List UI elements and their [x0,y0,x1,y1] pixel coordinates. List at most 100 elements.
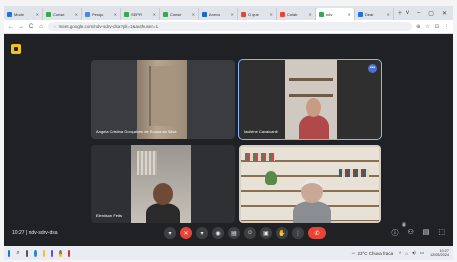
close-window-button[interactable]: ✕ [442,10,447,17]
tab-search-icon[interactable]: v [406,10,409,17]
close-tab-icon[interactable]: ✕ [153,12,156,17]
close-tab-icon[interactable]: ✕ [36,12,39,17]
task-view-icon[interactable] [25,249,29,257]
door-frame [149,66,175,126]
participant-tile-self[interactable] [239,145,381,223]
meeting-details-icon[interactable]: ⓘ [391,228,398,238]
minimize-button[interactable]: – [417,10,420,17]
people-icon[interactable]: ⚇ [407,228,413,238]
mic-muted-button[interactable]: ✕ [180,227,192,239]
store-icon[interactable] [50,249,54,257]
participant-tile-active-speaker[interactable]: ••• Iaciléne Cavalcanti [238,59,382,140]
camera-options-button[interactable]: ▾ [196,227,208,239]
close-tab-icon[interactable]: ✕ [348,12,351,17]
windows-start-icon[interactable] [8,249,11,257]
participant-figure [299,115,329,139]
tab-favicon-icon [162,11,168,17]
battery-icon[interactable]: ▭ [420,250,424,256]
bookmark-star-icon[interactable]: ☆ [425,24,429,30]
present-button[interactable]: ▣ [260,227,272,239]
camera-button[interactable]: ◉ [212,227,224,239]
browser-tab[interactable]: Anexo ✕ [199,8,238,20]
new-tab-button[interactable]: + [394,10,406,17]
forward-button[interactable]: → [18,24,24,30]
raise-hand-button[interactable]: ✋ [276,227,288,239]
url-field[interactable]: ◦ meet.google.com/ndv-sdrv-dsa?pli=1&aut… [48,22,413,31]
weather-icon: ☁ [351,250,356,255]
tab-favicon-icon [279,11,285,17]
close-tab-icon[interactable]: ✕ [114,12,117,17]
browser-tab[interactable]: Colab ✕ [277,8,316,20]
clock-date: 12/05/2024 [429,253,449,257]
more-options-icon[interactable]: ••• [368,64,377,73]
meet-call-area: Angela Cristina Gonçalves de Souza da Si… [4,34,453,246]
zoom-icon[interactable]: ⊕ [416,24,420,30]
show-hidden-icons-icon[interactable]: ^ [399,251,401,256]
browser-tab[interactable]: Conse ✕ [160,8,199,20]
close-tab-icon[interactable]: ✕ [386,12,389,17]
leave-call-button[interactable]: ✆ [308,227,326,239]
close-tab-icon[interactable]: ✕ [231,12,234,17]
profile-icon[interactable]: ⊡ [435,24,439,30]
maximize-button[interactable]: ▢ [428,10,434,17]
tab-favicon-icon [84,11,90,17]
close-tab-icon[interactable]: ✕ [270,12,273,17]
meeting-time: 10:27 [12,230,25,236]
weather-widget[interactable]: ☁ 23°C Chuva fraca [351,250,393,256]
site-info-icon[interactable]: ◦ [54,24,56,29]
file-explorer-icon[interactable] [42,249,45,257]
window-controls: v – ▢ ✕ [406,10,453,17]
browser-tab[interactable]: Dear ✕ [355,8,394,20]
screen-frame: Mode ✕ Conse ✕ Pesqu ✕ SEPR ✕ Conse ✕ Anexo ✕ … [0,0,457,262]
chrome-icon[interactable] [59,249,62,257]
meet-logo-icon [11,44,21,54]
address-bar-icons: ⊕ ☆ ⊡ ⋮ [416,24,449,30]
app-icon[interactable] [67,249,70,257]
meet-control-bar: 10:27 | ndv-sdrv-dsa ▾ ✕ ▾ ◉ ▤ ☺ ▣ ✋ ⋮ ✆… [4,222,453,246]
more-options-button[interactable]: ⋮ [292,227,304,239]
browser-tab[interactable]: Mode ✕ [4,8,43,20]
shelf [289,78,333,81]
window-blinds [137,151,157,175]
reactions-button[interactable]: ☺ [244,227,256,239]
back-button[interactable]: ← [8,24,14,30]
shelf [289,94,333,97]
volume-icon[interactable]: ◂) [412,250,416,256]
call-controls: ▾ ✕ ▾ ◉ ▤ ☺ ▣ ✋ ⋮ ✆ [164,227,326,239]
address-bar: ← → C ⌂ ◦ meet.google.com/ndv-sdrv-dsa?p… [4,20,453,34]
edge-icon[interactable] [34,249,37,257]
taskbar-clock[interactable]: 10:27 12/05/2024 [430,249,449,258]
participant-figure [146,203,180,223]
captions-button[interactable]: ▤ [228,227,240,239]
close-tab-icon[interactable]: ✕ [192,12,195,17]
search-icon[interactable]: ⌕ [16,250,19,257]
bookshelf-books [339,169,369,177]
browser-tab[interactable]: Pesqu ✕ [82,8,121,20]
home-button[interactable]: ⌂ [38,24,44,30]
browser-tab[interactable]: SEPR ✕ [121,8,160,20]
network-icon[interactable]: ⌂ [405,251,408,256]
close-tab-icon[interactable]: ✕ [309,12,312,17]
tab-favicon-icon [45,11,51,17]
activities-icon[interactable]: ⬚ [438,228,445,238]
bookshelf-books [245,153,275,161]
browser-tab[interactable]: Conse ✕ [43,8,82,20]
tab-favicon-icon [7,11,12,17]
participant-figure [293,201,331,223]
menu-icon[interactable]: ⋮ [444,24,449,30]
mic-options-button[interactable]: ▾ [164,227,176,239]
close-tab-icon[interactable]: ✕ [75,12,78,17]
meeting-code: ndv-sdrv-dsa [28,230,58,236]
participant-tile[interactable]: Elenilson Feits [91,145,235,223]
plant [265,171,277,185]
participant-figure [301,179,323,203]
separator: | [25,230,28,236]
browser-tab[interactable]: O que ✕ [238,8,277,20]
participant-figure [153,183,173,205]
reload-button[interactable]: C [28,24,34,30]
participant-tile[interactable]: Angela Cristina Gonçalves de Souza da Si… [91,60,235,139]
chat-icon[interactable]: ▤ [423,228,430,238]
participant-name: Iaciléne Cavalcanti [244,129,278,134]
browser-tab-active[interactable]: ndv ✕ [315,8,355,20]
browser-tab-strip: Mode ✕ Conse ✕ Pesqu ✕ SEPR ✕ Conse ✕ Anexo ✕ … [4,6,453,20]
